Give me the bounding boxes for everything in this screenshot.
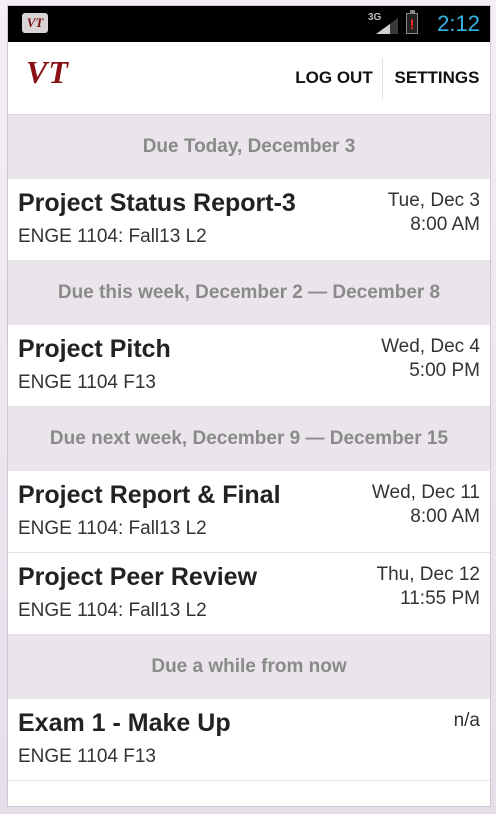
action-divider: [382, 58, 383, 100]
list-item[interactable]: Exam 1 - Make Up ENGE 1104 F13 n/a: [8, 699, 490, 781]
item-title: Project Status Report-3: [18, 189, 296, 217]
signal-strength-icon: [376, 18, 398, 34]
list-item[interactable]: Project Status Report-3 ENGE 1104: Fall1…: [8, 179, 490, 261]
item-course: ENGE 1104 F13: [18, 746, 157, 767]
item-course: ENGE 1104: Fall13 L2: [18, 600, 207, 621]
item-title: Exam 1 - Make Up: [18, 709, 231, 737]
section-header-next-week: Due next week, December 9 — December 15: [8, 407, 490, 471]
section-header-this-week: Due this week, December 2 — December 8: [8, 261, 490, 325]
window-frame: VT 3G ! 2:12 VT LOG OUT SETTINGS Due Tod…: [0, 0, 496, 814]
app-notification-icon: VT: [22, 13, 48, 33]
item-course: ENGE 1104: Fall13 L2: [18, 518, 207, 539]
clock: 2:12: [437, 11, 480, 36]
settings-button[interactable]: SETTINGS: [384, 42, 490, 114]
item-title: Project Pitch: [18, 335, 171, 363]
section-header-later: Due a while from now: [8, 635, 490, 699]
logout-button[interactable]: LOG OUT: [286, 42, 382, 114]
battery-warning-icon: !: [409, 16, 415, 32]
item-time: 5:00 PM: [409, 360, 480, 381]
item-date: Wed, Dec 11: [371, 482, 480, 503]
item-title: Project Peer Review: [18, 563, 258, 591]
action-bar: VT LOG OUT SETTINGS: [8, 42, 490, 115]
list-item[interactable]: Project Peer Review ENGE 1104: Fall13 L2…: [8, 553, 490, 635]
phone-screen: VT 3G ! 2:12 VT LOG OUT SETTINGS Due Tod…: [8, 6, 490, 806]
section-header-today: Due Today, December 3: [8, 115, 490, 179]
app-logo[interactable]: VT: [26, 54, 69, 91]
assignment-list[interactable]: Due Today, December 3 Project Status Rep…: [8, 115, 490, 781]
item-date: Thu, Dec 12: [376, 564, 481, 585]
item-time: 11:55 PM: [400, 588, 480, 609]
list-item[interactable]: Project Report & Final ENGE 1104: Fall13…: [8, 471, 490, 553]
item-time: 8:00 AM: [410, 506, 480, 527]
item-course: ENGE 1104 F13: [18, 372, 157, 393]
item-course: ENGE 1104: Fall13 L2: [18, 226, 207, 247]
item-title: Project Report & Final: [18, 481, 281, 509]
item-date: Wed, Dec 4: [381, 336, 480, 357]
battery-icon: !: [406, 10, 418, 34]
item-date: Tue, Dec 3: [387, 190, 480, 211]
list-item[interactable]: Project Pitch ENGE 1104 F13 Wed, Dec 4 5…: [8, 325, 490, 407]
status-bar: VT 3G ! 2:12: [8, 6, 490, 42]
item-date: n/a: [453, 710, 480, 731]
item-time: 8:00 AM: [410, 214, 480, 235]
